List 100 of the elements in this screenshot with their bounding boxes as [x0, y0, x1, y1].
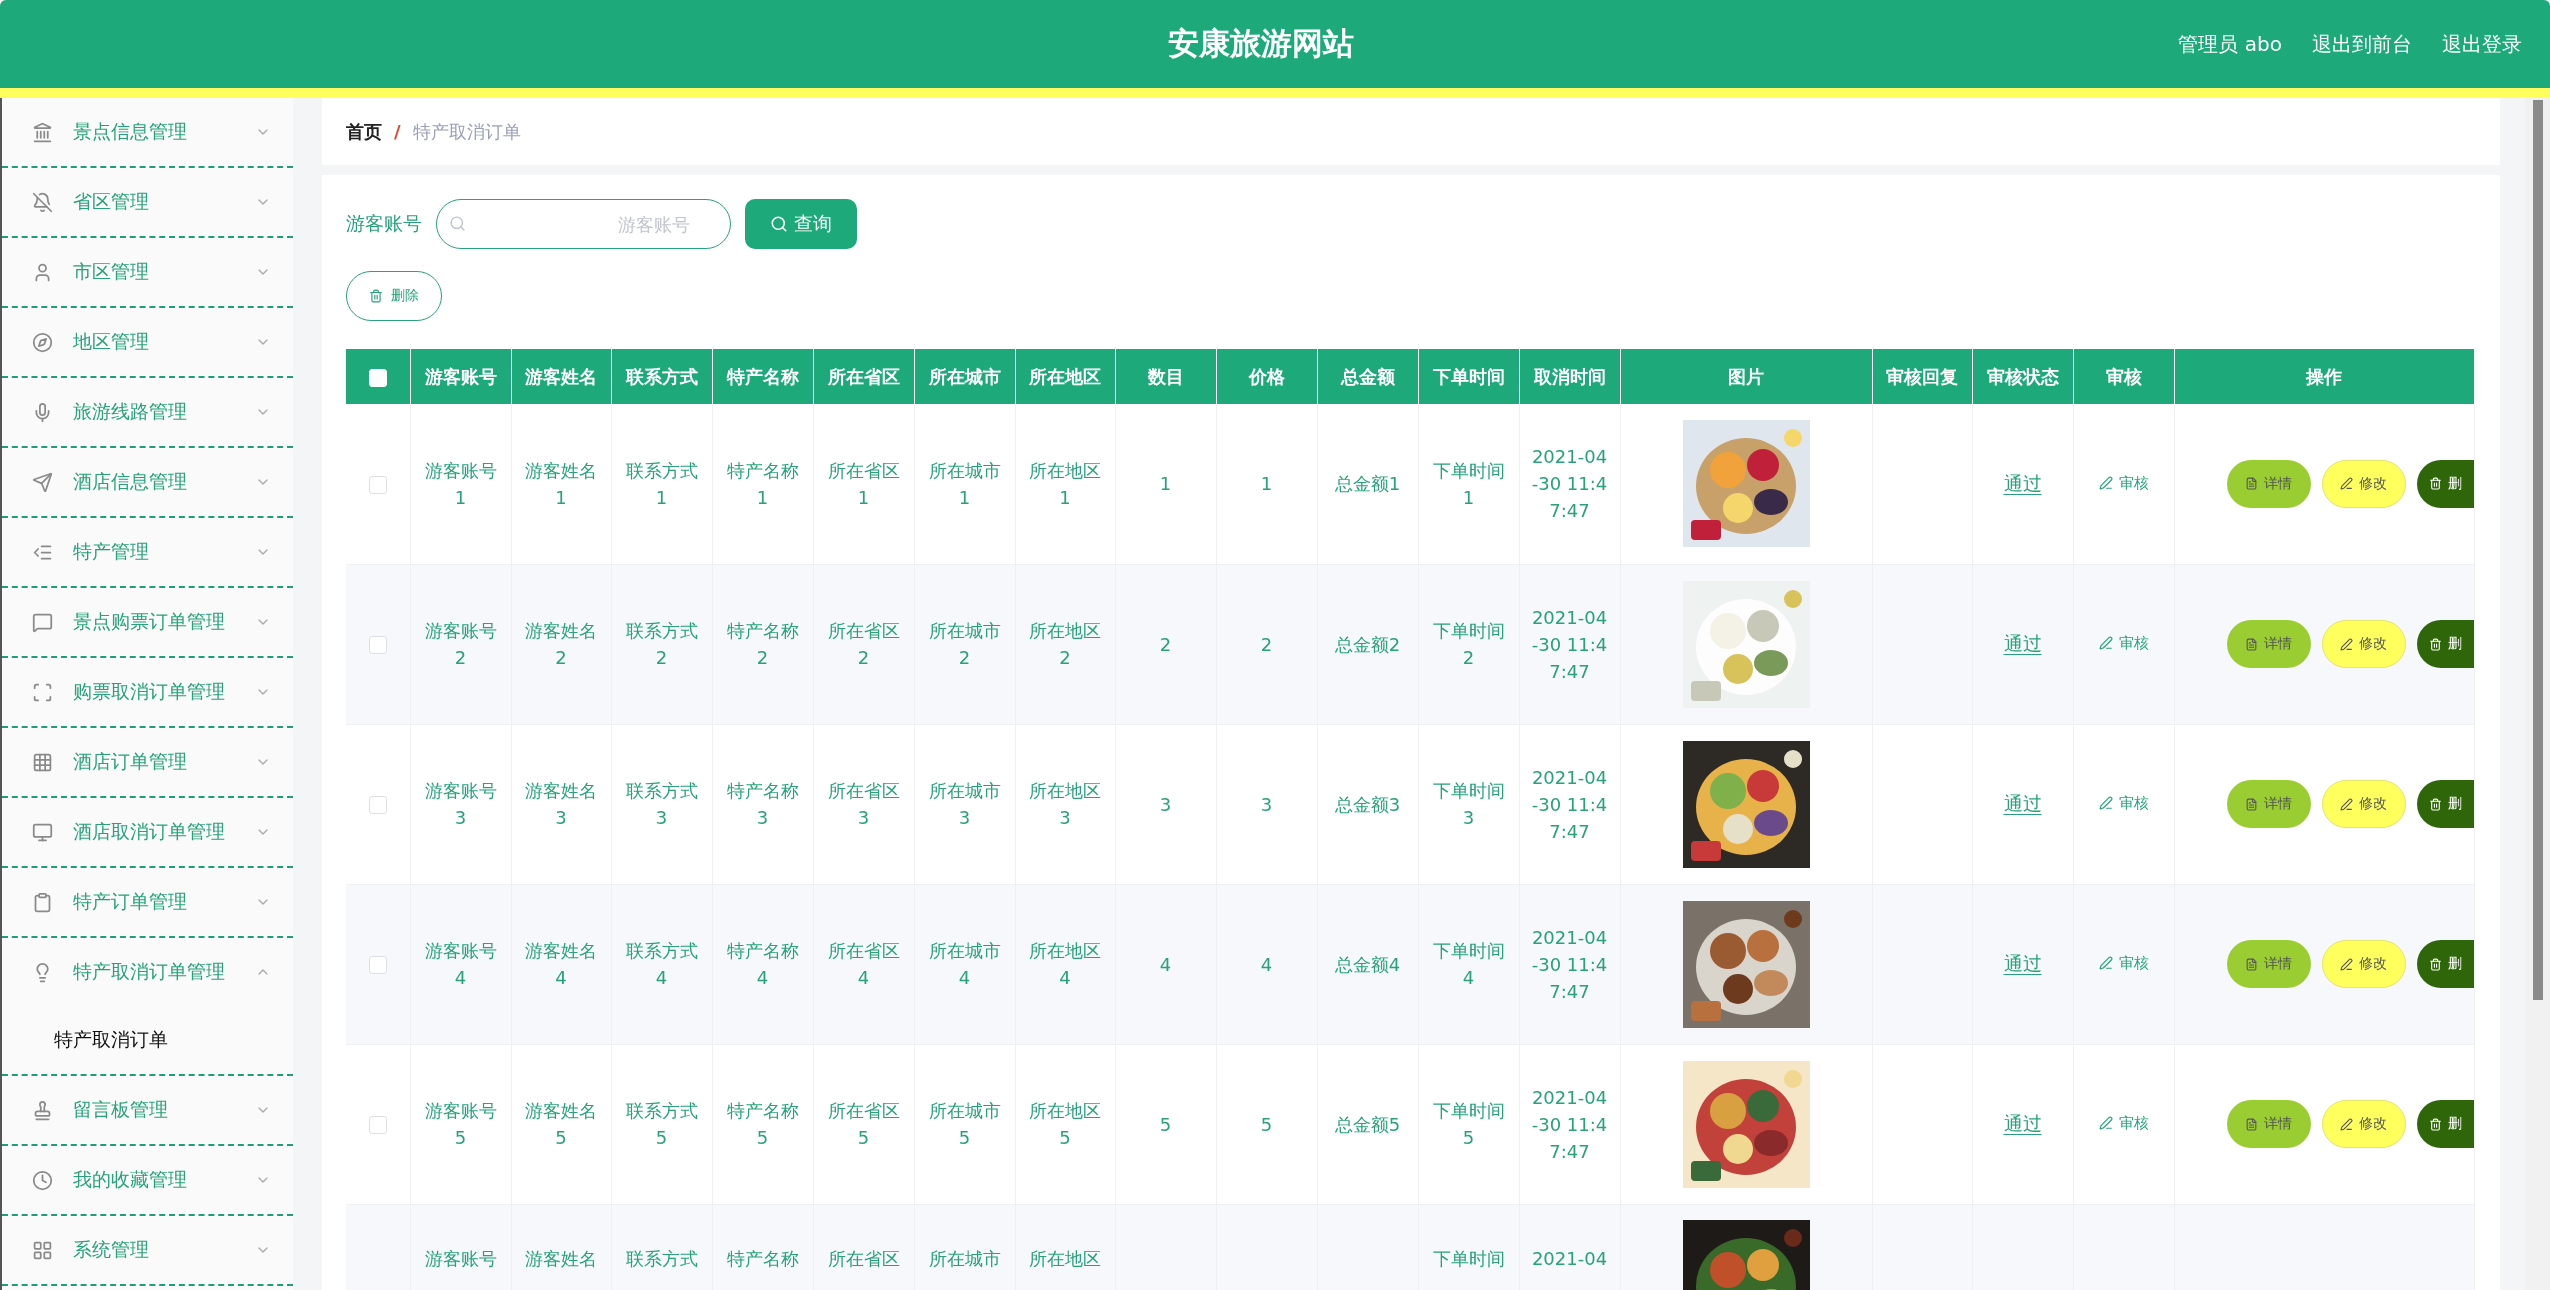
- search-field[interactable]: 游客账号: [436, 199, 731, 249]
- trash-icon: [369, 289, 383, 303]
- table-cell-text: 游客账号4: [423, 939, 498, 990]
- review-link[interactable]: 审核: [2098, 953, 2149, 973]
- select-all-checkbox[interactable]: [368, 369, 387, 387]
- menu-item[interactable]: 景点购票订单管理: [2, 588, 293, 656]
- menu-item[interactable]: 特产管理: [2, 518, 293, 586]
- trash-icon: [2428, 797, 2442, 811]
- header-link[interactable]: 退出到前台: [2312, 30, 2412, 58]
- edit-button[interactable]: 修改: [2321, 620, 2406, 668]
- menu-item[interactable]: 留言板管理: [2, 1076, 293, 1144]
- row-checkbox[interactable]: [368, 475, 387, 494]
- row-checkbox[interactable]: [368, 635, 387, 654]
- scrollbar-thumb[interactable]: [2532, 100, 2543, 1000]
- table-cell-text: 特产名称4: [725, 939, 800, 990]
- review-link[interactable]: 审核: [2098, 793, 2149, 813]
- delete-button[interactable]: 删除: [346, 271, 442, 321]
- search-button[interactable]: 查询: [745, 199, 857, 249]
- table-cell-text: 联系方式2: [624, 619, 699, 670]
- row-checkbox[interactable]: [368, 795, 387, 814]
- column-header: 审核回复: [1872, 349, 1972, 404]
- edit-button[interactable]: 修改: [2321, 459, 2406, 508]
- table-cell-text: 所在城市1: [927, 458, 1002, 510]
- details-button[interactable]: 详情: [2226, 940, 2311, 988]
- table-cell-text: 联系方式: [625, 1246, 698, 1271]
- table-cell-text: 5: [1260, 1112, 1273, 1137]
- table-cell-text: 游客姓名2: [524, 619, 598, 670]
- review-link[interactable]: 审核: [2098, 1113, 2149, 1133]
- menu-label: 旅游线路管理: [73, 399, 188, 424]
- column-header: 游客账号: [410, 349, 511, 404]
- menu-label: 景点信息管理: [73, 119, 188, 144]
- menu-item[interactable]: 省区管理: [2, 168, 293, 236]
- table-cell-text: 4: [1260, 952, 1273, 977]
- menu-item[interactable]: 酒店订单管理: [2, 728, 293, 796]
- table-cell-text: 所在省区2: [826, 619, 901, 670]
- details-button[interactable]: 详情: [2226, 459, 2311, 508]
- details-button[interactable]: 详情: [2226, 620, 2311, 668]
- menu-item[interactable]: 酒店信息管理: [2, 448, 293, 516]
- menu-label: 留言板管理: [73, 1097, 169, 1122]
- delete-button[interactable]: 删: [2416, 459, 2473, 508]
- menu-item[interactable]: 市区管理: [2, 238, 293, 306]
- review-link[interactable]: 审核: [2098, 473, 2149, 493]
- menu-item[interactable]: 景点信息管理: [2, 98, 293, 166]
- status-text: 通过: [2003, 792, 2042, 814]
- menu-item[interactable]: 特产订单管理: [2, 868, 293, 936]
- delete-button[interactable]: 删: [2416, 940, 2473, 988]
- status-text: 通过: [2003, 952, 2042, 974]
- document-icon: [2245, 957, 2258, 971]
- pen-icon: [2340, 1117, 2353, 1131]
- menu-label: 我的收藏管理: [73, 1167, 188, 1192]
- submenu-item[interactable]: 特产取消订单: [2, 1006, 293, 1074]
- edit-button[interactable]: 修改: [2321, 780, 2406, 828]
- delete-button[interactable]: 删: [2416, 620, 2473, 668]
- table-cell-text: 总金额4: [1334, 952, 1401, 977]
- header-link[interactable]: 管理员 abo: [2178, 30, 2282, 58]
- table-cell-text: 1: [1260, 472, 1273, 497]
- status-text: 通过: [2003, 1112, 2042, 1134]
- pen-icon: [2098, 476, 2113, 490]
- menu-label: 酒店信息管理: [73, 469, 188, 494]
- table-cell-text: 2021-04-30 11:47:47: [1530, 925, 1609, 1004]
- breadcrumb-home[interactable]: 首页: [346, 119, 382, 144]
- menu-item[interactable]: 地区管理: [2, 308, 293, 376]
- document-icon: [2245, 637, 2258, 651]
- menu-item[interactable]: 旅游线路管理: [2, 378, 293, 446]
- menu-item[interactable]: 系统管理: [2, 1216, 293, 1284]
- column-header: 审核状态: [1972, 349, 2073, 404]
- table-cell-text: 游客姓名4: [524, 939, 598, 990]
- table-cell-text: 3: [1260, 792, 1273, 817]
- menu-label: 系统管理: [73, 1237, 150, 1262]
- document-icon: [2245, 477, 2258, 491]
- edit-button[interactable]: 修改: [2321, 1100, 2406, 1148]
- table-cell-text: 所在省区3: [826, 779, 901, 830]
- scrollbar[interactable]: [2525, 98, 2550, 1290]
- details-button[interactable]: 详情: [2226, 780, 2311, 828]
- row-checkbox[interactable]: [368, 955, 387, 974]
- details-button[interactable]: 详情: [2226, 1100, 2311, 1148]
- pen-icon: [2098, 1116, 2113, 1131]
- landmark-icon: [32, 121, 53, 143]
- menu-item[interactable]: 特产取消订单管理: [2, 938, 293, 1006]
- delete-button[interactable]: 删: [2416, 1100, 2473, 1148]
- menu-item[interactable]: 酒店取消订单管理: [2, 798, 293, 866]
- table-cell-text: 总金额2: [1334, 632, 1401, 657]
- header-link[interactable]: 退出登录: [2442, 30, 2522, 58]
- menu-item[interactable]: 购票取消订单管理: [2, 658, 293, 726]
- table-cell-text: 所在地区4: [1028, 939, 1102, 990]
- pen-icon: [2340, 477, 2353, 491]
- edit-button[interactable]: 修改: [2321, 940, 2406, 988]
- table-cell-text: 4: [1159, 952, 1172, 977]
- tiles-icon: [32, 1239, 53, 1261]
- row-checkbox[interactable]: [368, 1115, 387, 1134]
- delete-button[interactable]: 删: [2416, 780, 2473, 828]
- menu-label: 特产管理: [73, 539, 150, 564]
- table-cell-text: 游客账号3: [423, 779, 498, 830]
- table-cell-text: 下单时间: [1432, 1246, 1505, 1271]
- review-link[interactable]: 审核: [2098, 633, 2149, 653]
- clock-icon: [32, 1169, 53, 1191]
- menu-item[interactable]: 我的收藏管理: [2, 1146, 293, 1214]
- search-label: 游客账号: [346, 211, 422, 236]
- table-cell-text: 总金额5: [1334, 1112, 1401, 1137]
- menu-label: 特产订单管理: [73, 889, 188, 914]
